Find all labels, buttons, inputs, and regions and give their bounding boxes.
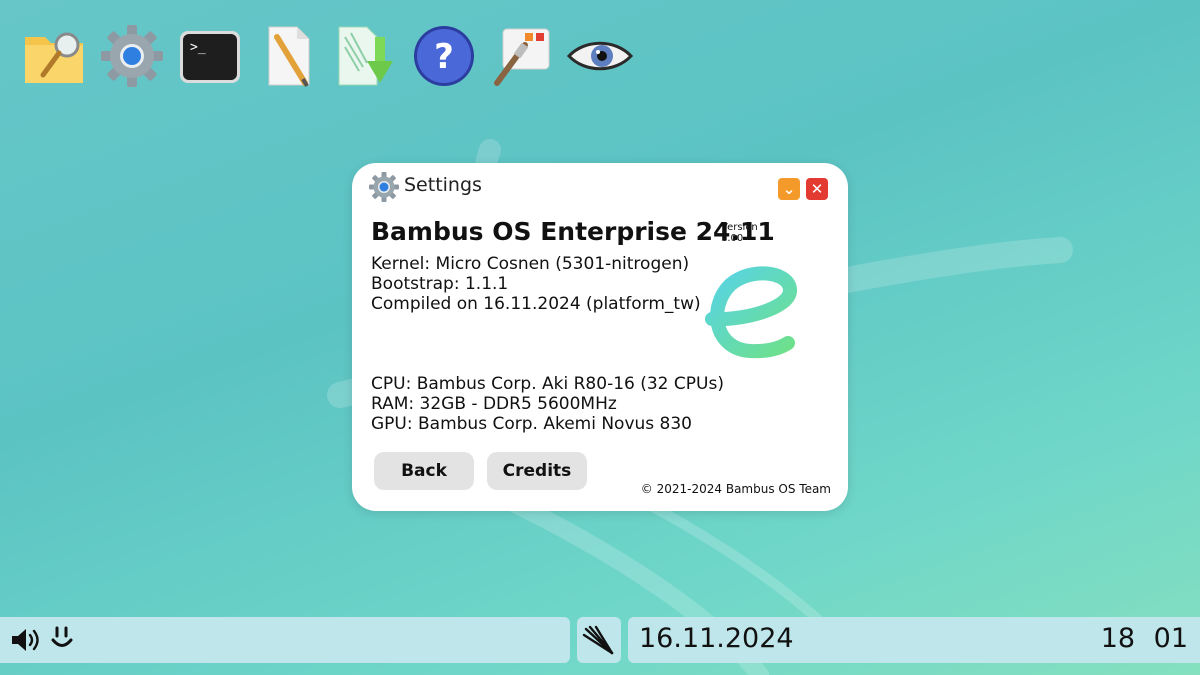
product-name: Bambus OS Enterprise 24.11 xyxy=(371,217,775,246)
terminal-icon[interactable]: >_ xyxy=(176,20,244,92)
file-search-icon[interactable] xyxy=(20,20,88,92)
volume-icon[interactable] xyxy=(10,627,42,657)
minimize-button[interactable]: ⌄ xyxy=(778,178,800,200)
version-info: Version 1.00 xyxy=(721,222,758,244)
bootstrap-info: Bootstrap: 1.1.1 xyxy=(371,274,509,294)
bamboo-launcher-icon xyxy=(582,625,614,655)
version-number: 1.00 xyxy=(721,233,744,244)
help-question-icon[interactable]: ? xyxy=(410,20,478,92)
version-label: Version xyxy=(721,222,758,233)
taskbar-tray xyxy=(0,617,570,663)
taskbar-date: 16.11.2024 xyxy=(639,623,794,654)
app-launcher: >_ ? xyxy=(20,20,634,92)
install-download-icon[interactable] xyxy=(332,20,400,92)
kernel-info: Kernel: Micro Cosnen (5301-nitrogen) xyxy=(371,254,690,274)
settings-gear-icon[interactable] xyxy=(98,20,166,92)
close-button[interactable]: ✕ xyxy=(806,178,828,200)
ram-info: RAM: 32GB - DDR5 5600MHz xyxy=(371,394,617,414)
launcher-button[interactable] xyxy=(577,617,621,663)
taskbar-time[interactable]: 18 01 xyxy=(1101,623,1188,654)
svg-text:?: ? xyxy=(434,37,454,77)
settings-gear-icon xyxy=(368,171,400,207)
eye-viewer-icon[interactable] xyxy=(566,20,634,92)
text-editor-icon[interactable] xyxy=(254,20,322,92)
bambus-logo xyxy=(705,266,797,359)
gpu-info: GPU: Bambus Corp. Akemi Novus 830 xyxy=(371,414,692,434)
taskbar-clock: 16.11.2024 18 01 xyxy=(628,617,1200,663)
compiled-info: Compiled on 16.11.2024 (platform_tw) xyxy=(371,294,701,314)
svg-text:>_: >_ xyxy=(190,40,206,55)
appearance-brush-icon[interactable] xyxy=(488,20,556,92)
smiley-icon[interactable] xyxy=(50,625,74,657)
credits-button[interactable]: Credits xyxy=(487,452,587,490)
cpu-info: CPU: Bambus Corp. Aki R80-16 (32 CPUs) xyxy=(371,374,724,394)
copyright-text: © 2021-2024 Bambus OS Team xyxy=(640,482,831,496)
back-button[interactable]: Back xyxy=(374,452,474,490)
window-title: Settings xyxy=(404,174,482,196)
settings-window: Settings ⌄ ✕ Bambus OS Enterprise 24.11 … xyxy=(352,163,848,511)
desktop: >_ ? Settings ⌄ ✕ Bambus OS Enterprise 2… xyxy=(0,0,1200,675)
